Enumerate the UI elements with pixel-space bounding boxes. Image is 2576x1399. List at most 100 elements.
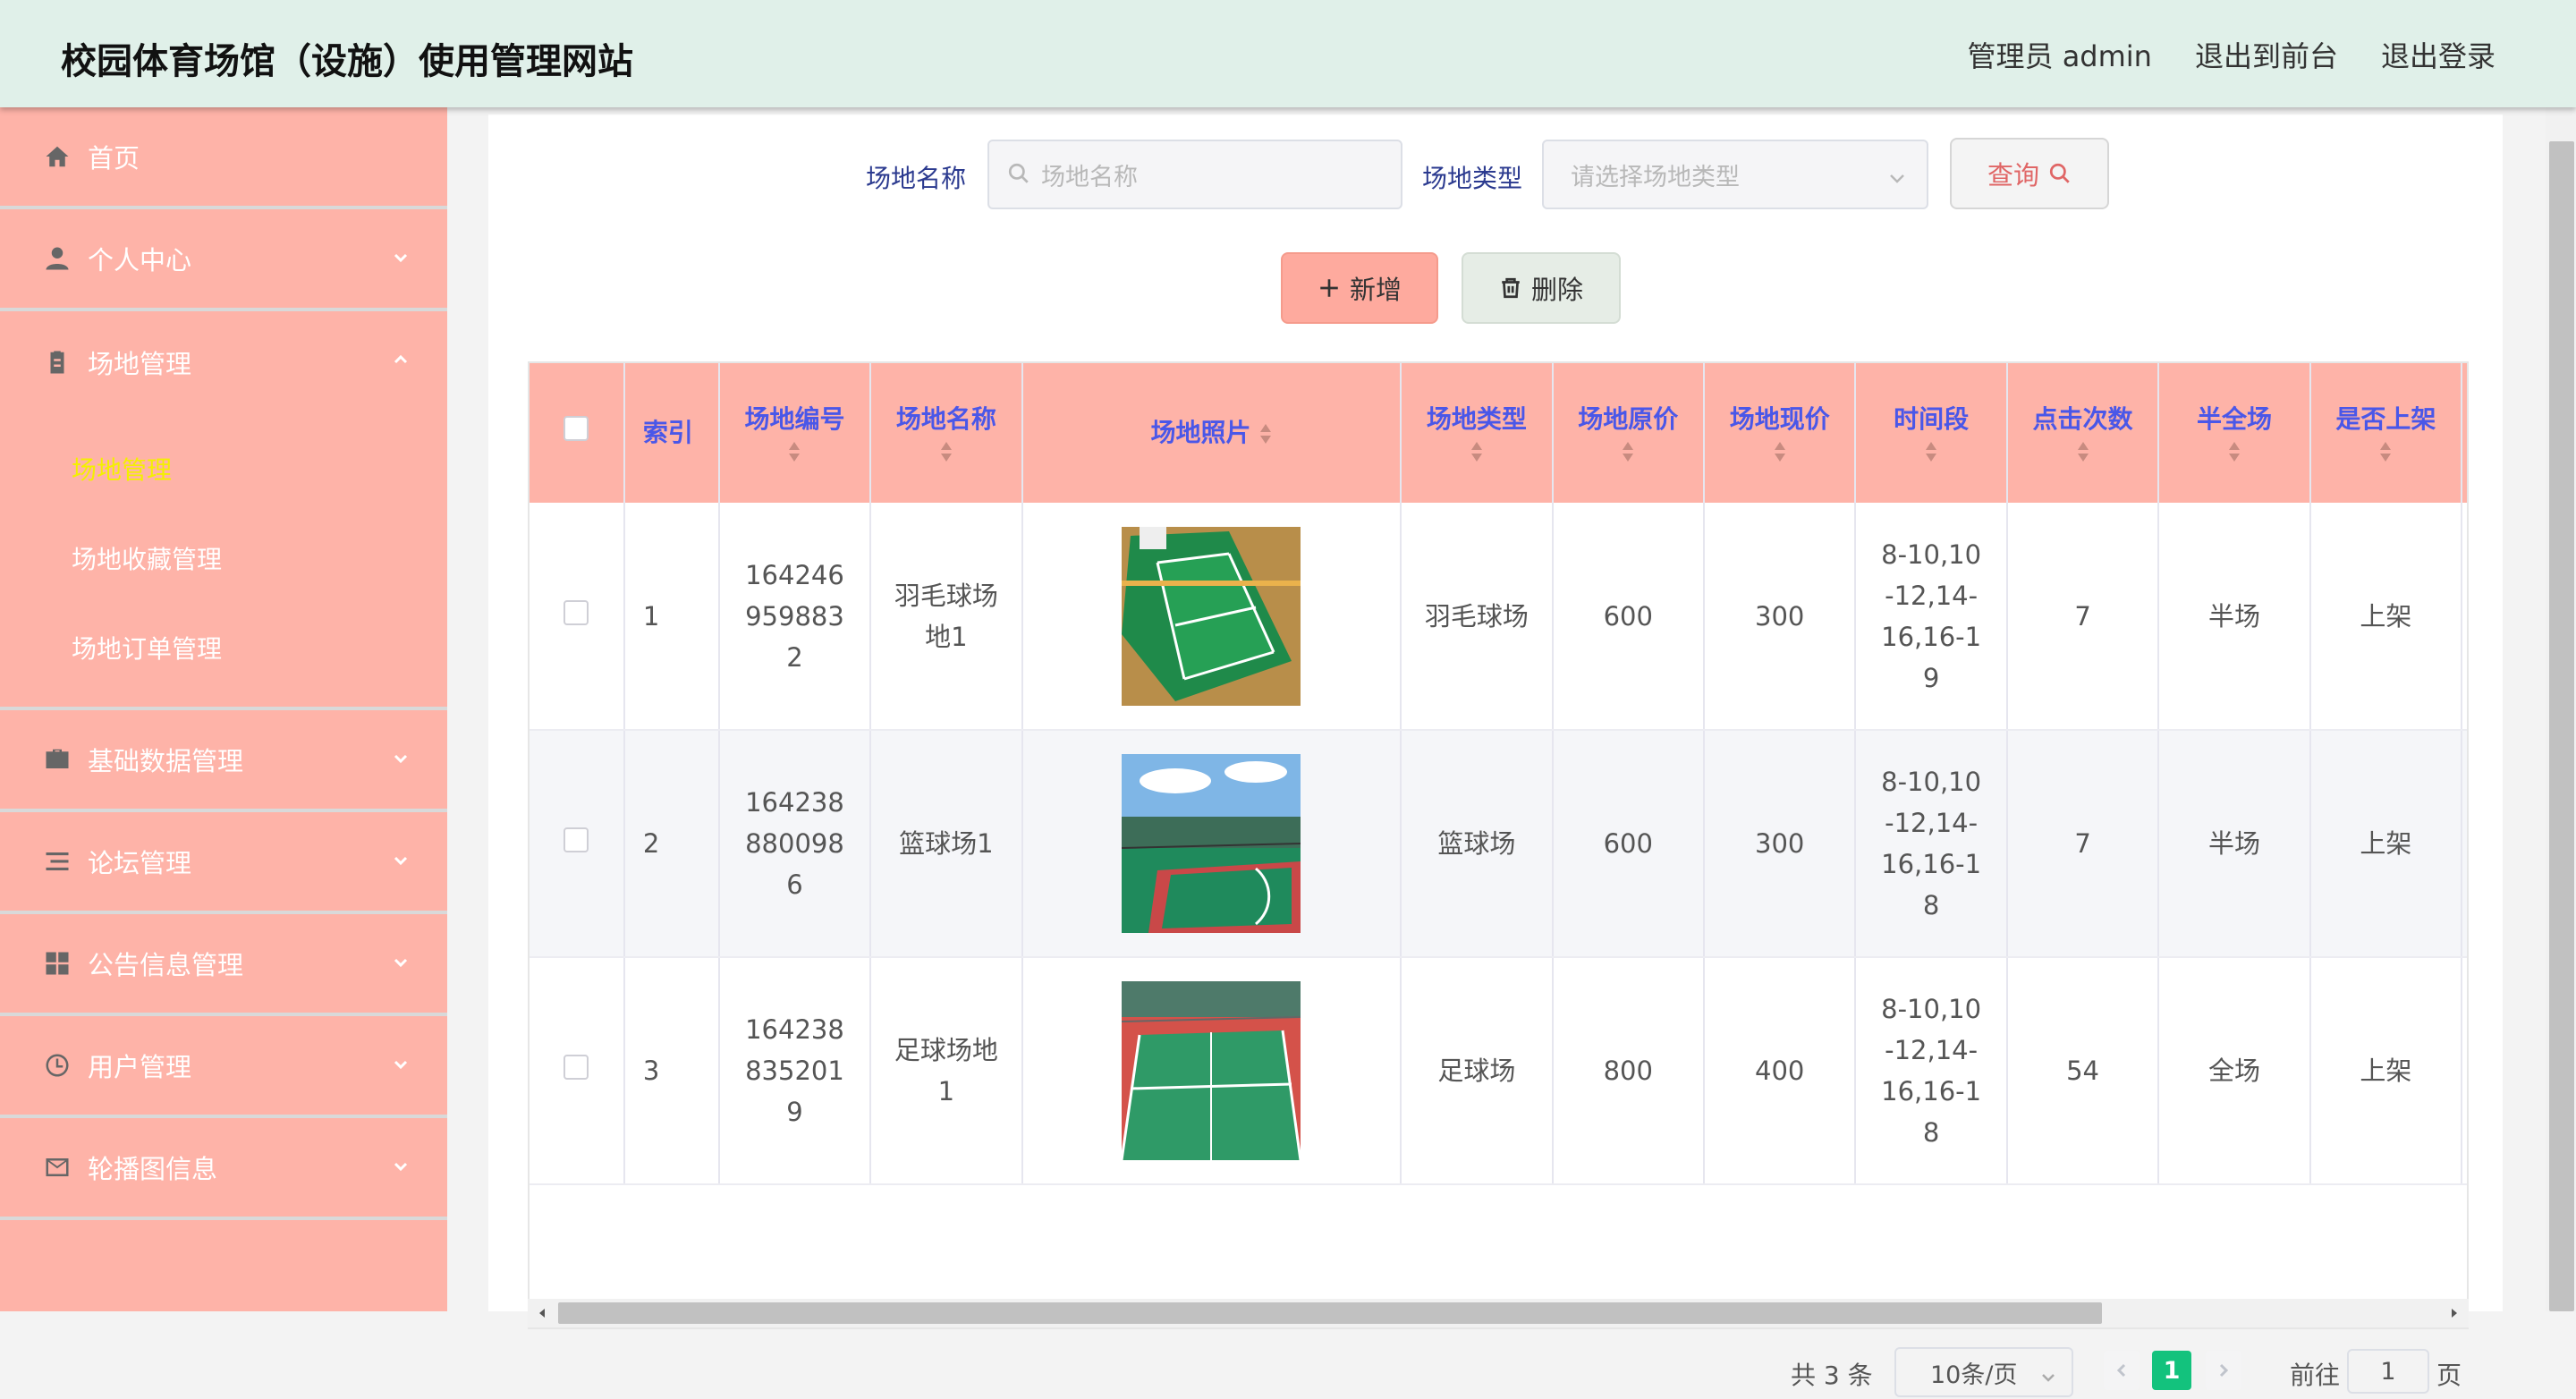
page-scrollbar-thumb[interactable] (2549, 141, 2574, 1311)
mail-icon (43, 1153, 72, 1182)
row-cur-price: 300 (1703, 503, 1857, 731)
sidebar-item-carousel[interactable]: 轮播图信息 (0, 1118, 447, 1220)
page-size-select[interactable]: 10条/页 (1894, 1347, 2073, 1397)
query-button[interactable]: 查询 (1950, 138, 2109, 209)
sidebar-subitem-venue-favorites[interactable]: 场地收藏管理 (0, 513, 447, 603)
col-cur-price[interactable]: 场地现价 (1703, 363, 1857, 503)
row-checkbox[interactable] (564, 827, 589, 852)
scrollbar-thumb[interactable] (558, 1302, 2102, 1324)
delete-button[interactable]: 删除 (1462, 252, 1621, 324)
select-all-cell (530, 363, 625, 503)
sort-icon (2159, 437, 2309, 464)
total-count: 共 3 条 (1791, 1361, 1873, 1390)
logout-link[interactable]: 退出登录 (2381, 34, 2496, 75)
tennis-court-photo[interactable] (1122, 981, 1301, 1160)
row-cur-price: 400 (1703, 957, 1857, 1185)
row-half-full: 全场 (2158, 957, 2311, 1185)
back-to-front-link[interactable]: 退出到前台 (2195, 34, 2338, 75)
sort-icon (2008, 437, 2157, 464)
venue-name-label: 场地名称 (866, 164, 967, 193)
sidebar-item-label: 基础数据管理 (88, 746, 244, 776)
clipboard-icon (43, 348, 72, 377)
page-number-current[interactable]: 1 (2152, 1351, 2191, 1390)
row-clicks: 7 (2006, 730, 2160, 958)
sort-icon (871, 437, 1021, 464)
select-all-checkbox[interactable] (564, 416, 589, 441)
sidebar-item-venue[interactable]: 场地管理 (0, 311, 447, 413)
row-photo (1021, 957, 1402, 1185)
main-content: 场地名称 场地名称 场地类型 请选择场地类型 查询 新增 删除 索引 场地编号 … (488, 114, 2503, 1397)
add-button[interactable]: 新增 (1281, 252, 1438, 324)
sort-icon (1554, 437, 1703, 464)
next-page-button[interactable] (2206, 1351, 2241, 1390)
row-clicks: 54 (2006, 957, 2160, 1185)
venue-type-label: 场地类型 (1422, 164, 1523, 193)
search-icon (2049, 163, 2070, 183)
sidebar-item-users[interactable]: 用户管理 (0, 1016, 447, 1118)
chevron-down-icon (392, 1056, 410, 1073)
venue-submenu: 场地管理 场地收藏管理 场地订单管理 (0, 413, 447, 710)
sidebar-item-label: 公告信息管理 (88, 950, 244, 980)
row-type: 羽毛球场 (1401, 503, 1554, 731)
prev-page-button[interactable] (2104, 1351, 2140, 1390)
venue-type-select[interactable]: 请选择场地类型 (1542, 140, 1928, 209)
sidebar: 首页 个人中心 场地管理 场地管理 场地收藏管理 场地订单管理 基础数据管理 论… (0, 107, 447, 1311)
sidebar-item-label: 轮播图信息 (88, 1154, 218, 1184)
row-name: 羽毛球场地1 (870, 503, 1023, 731)
sidebar-item-home[interactable]: 首页 (0, 107, 447, 209)
col-half-full[interactable]: 半全场 (2158, 363, 2311, 503)
scroll-right-arrow-icon[interactable] (2447, 1306, 2462, 1320)
row-code: 1642388352019 (718, 957, 872, 1185)
sidebar-item-label: 场地管理 (88, 349, 192, 379)
row-half-full: 半场 (2158, 503, 2311, 731)
sidebar-item-forum[interactable]: 论坛管理 (0, 812, 447, 914)
col-name[interactable]: 场地名称 (870, 363, 1023, 503)
row-type: 篮球场 (1401, 730, 1554, 958)
sidebar-item-label: 首页 (88, 143, 140, 174)
row-orig-price: 600 (1552, 730, 1705, 958)
briefcase-icon (43, 745, 72, 774)
header-nav: 管理员 admin 退出到前台 退出登录 (1968, 34, 2496, 75)
col-time[interactable]: 时间段 (1855, 363, 2008, 503)
sidebar-subitem-venue-orders[interactable]: 场地订单管理 (0, 603, 447, 692)
clock-icon (43, 1051, 72, 1080)
chevron-left-icon (2116, 1363, 2126, 1378)
row-clicks: 7 (2006, 503, 2160, 731)
row-checkbox[interactable] (564, 1055, 589, 1080)
row-type: 足球场 (1401, 957, 1554, 1185)
sidebar-item-base-data[interactable]: 基础数据管理 (0, 710, 447, 812)
col-type[interactable]: 场地类型 (1401, 363, 1554, 503)
row-code: 1642469598832 (718, 503, 872, 731)
col-on-shelf[interactable]: 是否上架 (2309, 363, 2463, 503)
goto-page-input[interactable]: 1 (2347, 1349, 2429, 1394)
chevron-down-icon (392, 1157, 410, 1175)
row-name: 足球场地1 (870, 957, 1023, 1185)
table-horizontal-scrollbar[interactable] (528, 1299, 2469, 1327)
sort-icon (2311, 437, 2461, 464)
row-cur-price: 300 (1703, 730, 1857, 958)
table-row: 3 1642388352019 足球场地1 足球场 800 400 8-10,1… (530, 957, 2467, 1185)
row-on-shelf: 上架 (2309, 730, 2463, 958)
row-checkbox[interactable] (564, 599, 589, 625)
venue-name-input[interactable]: 场地名称 (987, 140, 1402, 209)
search-bar: 场地名称 场地名称 场地类型 请选择场地类型 查询 (488, 138, 2503, 211)
user-icon (43, 244, 72, 273)
col-clicks[interactable]: 点击次数 (2006, 363, 2160, 503)
badminton-court-photo[interactable] (1122, 526, 1301, 706)
sort-icon (1856, 437, 2005, 464)
sidebar-item-notice[interactable]: 公告信息管理 (0, 914, 447, 1016)
table-row: 2 1642388800986 篮球场1 篮球场 600 300 8-10,10… (530, 730, 2467, 958)
chevron-down-icon (392, 954, 410, 971)
col-code[interactable]: 场地编号 (718, 363, 872, 503)
grid-icon (43, 949, 72, 978)
sidebar-item-profile[interactable]: 个人中心 (0, 209, 447, 311)
basketball-court-photo[interactable] (1122, 754, 1301, 933)
col-orig-price[interactable]: 场地原价 (1552, 363, 1705, 503)
row-orig-price: 600 (1552, 503, 1705, 731)
home-icon (43, 142, 72, 171)
sidebar-subitem-venue-manage[interactable]: 场地管理 (0, 424, 447, 513)
col-photo[interactable]: 场地照片 (1021, 363, 1402, 503)
row-index: 3 (623, 957, 720, 1185)
chevron-right-icon (2219, 1363, 2229, 1378)
scroll-left-arrow-icon[interactable] (535, 1306, 549, 1320)
